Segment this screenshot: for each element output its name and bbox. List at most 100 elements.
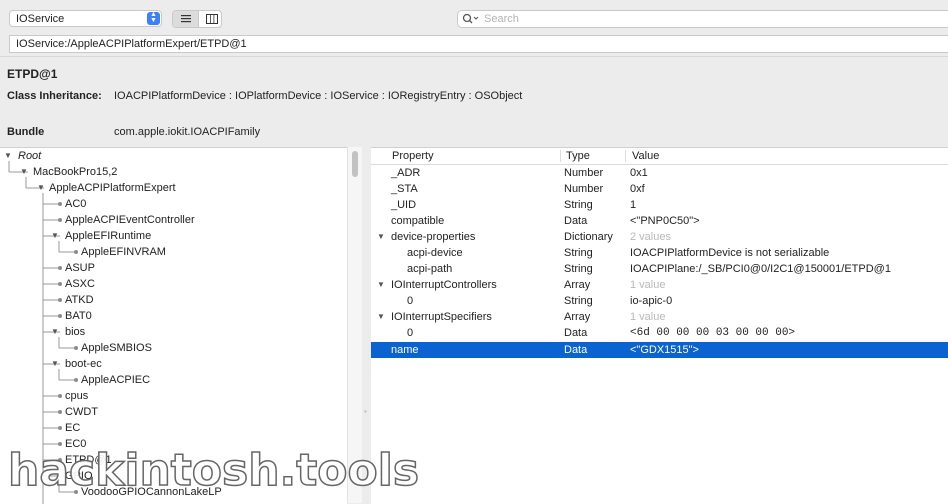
tree-item[interactable]: ▼ AppleEFIRuntime — [0, 228, 347, 244]
disclosure-open-icon[interactable]: ▼ — [51, 359, 59, 368]
cell-type: Data — [564, 327, 588, 339]
cell-type: Dictionary — [564, 231, 613, 243]
cell-property: device-properties — [391, 231, 476, 243]
tree-item-label: boot-ec — [65, 358, 102, 370]
table-row[interactable]: 0 Data <6d 00 00 00 03 00 00 00> — [371, 325, 948, 341]
tree-item[interactable]: ATKD — [0, 292, 347, 308]
tree-item[interactable]: EC — [0, 420, 347, 436]
tree-item[interactable]: AppleACPIEventController — [0, 212, 347, 228]
cell-value: IOACPIPlatformDevice is not serializable — [630, 247, 830, 259]
tree-item[interactable]: cpus — [0, 388, 347, 404]
cell-type: String — [564, 199, 593, 211]
view-mode-segmented — [172, 10, 222, 28]
cell-property: _STA — [391, 183, 418, 195]
tree-item-label: MacBookPro15,2 — [33, 166, 118, 178]
disclosure-open-icon[interactable]: ▼ — [51, 231, 59, 240]
plane-select[interactable]: IOService ▲ ▼ — [9, 10, 162, 27]
tree-item-label: BAT0 — [65, 310, 92, 322]
scrollbar-thumb[interactable] — [352, 151, 358, 177]
column-separator[interactable] — [560, 150, 561, 162]
cell-property: IOInterruptSpecifiers — [391, 311, 492, 323]
table-row-selected[interactable]: name Data <"GDX1515"> — [371, 342, 948, 358]
cell-type: Array — [564, 311, 591, 323]
table-row[interactable]: ▼ IOInterruptSpecifiers Array 1 value — [371, 309, 948, 325]
list-view-button[interactable] — [173, 11, 198, 27]
grip-icon: ▪ — [364, 407, 367, 416]
cell-value: IOACPIPlane:/_SB/PCI0@0/I2C1@150001/ETPD… — [630, 263, 891, 275]
plane-select-value: IOService — [16, 13, 65, 25]
table-row[interactable]: acpi-device String IOACPIPlatformDevice is… — [371, 245, 948, 261]
tree-item-label: AppleEFINVRAM — [81, 246, 166, 258]
info-panel: ETPD@1 Class Inheritance: IOACPIPlatform… — [0, 56, 948, 148]
table-row[interactable]: ▼ device-properties Dictionary 2 values — [371, 229, 948, 245]
tree-item-label: AppleSMBIOS — [81, 342, 152, 354]
path-text: IOService:/AppleACPIPlatformExpert/ETPD@… — [16, 38, 247, 50]
properties-table[interactable]: Property Type Value _ADR Number 0x1 _STA Nu… — [371, 147, 948, 504]
tree-item[interactable]: CWDT — [0, 404, 347, 420]
table-header: Property Type Value — [371, 148, 948, 165]
tree-item-label: Root — [18, 150, 42, 162]
tree-item[interactable]: ▼ bios — [0, 324, 347, 340]
cell-value: 1 value — [630, 311, 666, 323]
cell-value: <6d 00 00 00 03 00 00 00> — [630, 327, 796, 339]
column-view-button[interactable] — [198, 11, 221, 27]
tree-item-label: bios — [65, 326, 86, 338]
cell-property: 0 — [407, 327, 414, 339]
tree-item-label: ASXC — [65, 278, 95, 290]
disclosure-open-icon[interactable]: ▼ — [37, 183, 45, 192]
tree-item[interactable]: BAT0 — [0, 308, 347, 324]
cell-value: <"GDX1515"> — [630, 344, 699, 356]
search-placeholder: Search — [484, 13, 519, 25]
search-icon — [462, 13, 482, 25]
tree-item[interactable]: ASUP — [0, 260, 347, 276]
tree-item[interactable]: AC0 — [0, 196, 347, 212]
table-row[interactable]: 0 String io-apic-0 — [371, 293, 948, 309]
table-row[interactable]: ▼ IOInterruptControllers Array 1 value — [371, 277, 948, 293]
cell-value: 0xf — [630, 183, 645, 195]
column-header-property[interactable]: Property — [392, 150, 434, 162]
table-row[interactable]: compatible Data <"PNP0C50"> — [371, 213, 948, 229]
disclosure-open-icon[interactable]: ▼ — [377, 280, 385, 289]
tree-item[interactable]: ▼ MacBookPro15,2 — [0, 164, 347, 180]
column-header-type[interactable]: Type — [566, 150, 590, 162]
cell-property: IOInterruptControllers — [391, 279, 497, 291]
disclosure-open-icon[interactable]: ▼ — [377, 312, 385, 321]
search-field[interactable]: Search — [457, 10, 948, 28]
column-header-value[interactable]: Value — [632, 150, 659, 162]
bundle-value: com.apple.iokit.IOACPIFamily — [114, 126, 261, 138]
tree-item[interactable]: ASXC — [0, 276, 347, 292]
disclosure-open-icon[interactable]: ▼ — [377, 232, 385, 241]
list-icon — [180, 15, 191, 23]
tree-item[interactable]: ▼ boot-ec — [0, 356, 347, 372]
table-row[interactable]: _ADR Number 0x1 — [371, 165, 948, 181]
disclosure-open-icon[interactable]: ▼ — [4, 151, 12, 160]
tree-item-label: AppleACPIEC — [81, 374, 151, 386]
tree-item-label: EC — [65, 422, 81, 434]
cell-type: Number — [564, 183, 604, 195]
cell-property: acpi-device — [407, 247, 463, 259]
cell-property: compatible — [391, 215, 445, 227]
cell-value: 1 — [630, 199, 637, 211]
table-row[interactable]: _STA Number 0xf — [371, 181, 948, 197]
tree-item-label: AC0 — [65, 198, 87, 210]
tree-item-root[interactable]: ▼ Root — [0, 148, 347, 164]
cell-property: acpi-path — [407, 263, 453, 275]
path-bar[interactable]: IOService:/AppleACPIPlatformExpert/ETPD@… — [9, 35, 948, 53]
disclosure-open-icon[interactable]: ▼ — [51, 327, 59, 336]
tree-item[interactable]: ▼ AppleACPIPlatformExpert — [0, 180, 347, 196]
tree-item-label: AppleACPIEventController — [65, 214, 195, 226]
table-row[interactable]: acpi-path String IOACPIPlane:/_SB/PCI0@0/I… — [371, 261, 948, 277]
tree-item-label: ASUP — [65, 262, 95, 274]
cell-property: _UID — [391, 199, 417, 211]
cell-type: Array — [564, 279, 591, 291]
cell-property: 0 — [407, 295, 414, 307]
tree-item-label: AppleACPIPlatformExpert — [49, 182, 176, 194]
tree-item[interactable]: AppleACPIEC — [0, 372, 347, 388]
disclosure-open-icon[interactable]: ▼ — [20, 167, 28, 176]
tree-item[interactable]: AppleEFINVRAM — [0, 244, 347, 260]
tree-item[interactable]: AppleSMBIOS — [0, 340, 347, 356]
column-separator[interactable] — [625, 150, 626, 162]
table-row[interactable]: _UID String 1 — [371, 197, 948, 213]
columns-icon — [205, 14, 218, 24]
cell-type: String — [564, 263, 593, 275]
